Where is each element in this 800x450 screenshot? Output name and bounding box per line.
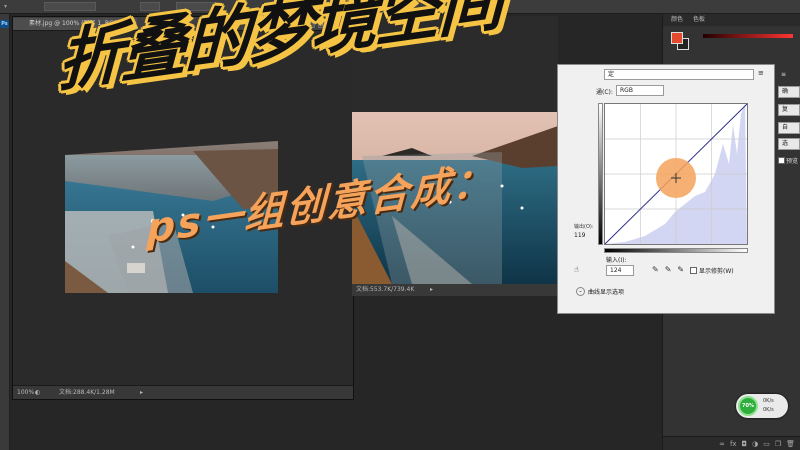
reset-button[interactable]: 复 bbox=[778, 104, 800, 116]
channel-select[interactable]: RGB bbox=[616, 85, 664, 96]
input-field[interactable]: 124 bbox=[606, 265, 634, 276]
cpu-gauge: 70% bbox=[738, 396, 758, 416]
status-menu-arrow-icon-2[interactable]: ▸ bbox=[430, 284, 433, 296]
output-gradient-bar bbox=[598, 103, 603, 245]
tab-swatches[interactable]: 色板 bbox=[693, 14, 705, 26]
curve-display-options[interactable]: ⌄ 曲线显示选项 bbox=[576, 287, 624, 296]
network-speed-widget[interactable]: 70% 0K/s 0K/s bbox=[736, 394, 788, 418]
gray-eyedropper-icon[interactable]: ✎ bbox=[665, 265, 672, 274]
input-gradient-bar bbox=[604, 248, 748, 253]
side-menu-icon[interactable]: ≡ bbox=[778, 70, 790, 82]
show-clipping-checkbox[interactable] bbox=[690, 267, 697, 274]
layers-bottom-bar: ∞ fx ◘ ◑ ▭ ❐ 🗑 bbox=[663, 436, 800, 450]
adjust-tool-icon[interactable]: ☝ bbox=[574, 265, 579, 274]
tool-preset-icon[interactable]: ▾ bbox=[4, 2, 7, 11]
new-layer-icon[interactable]: ❐ bbox=[775, 440, 781, 448]
auto-button[interactable]: 自 bbox=[778, 122, 800, 134]
eyedropper-group: ✎ ✎ ✎ bbox=[652, 265, 684, 274]
download-speed: 0K/s bbox=[763, 407, 774, 413]
preview-label: 预览 bbox=[786, 158, 799, 165]
curves-dialog: 定 ≡ 通(C): RGB 输出(O): 119 输入(I): 124 ☝ ✎ … bbox=[557, 64, 775, 314]
curves-graph-svg bbox=[604, 103, 748, 245]
preset-select[interactable]: 定 bbox=[604, 69, 754, 80]
chevron-down-icon[interactable]: ⌄ bbox=[576, 287, 585, 296]
preview-option: 预览 bbox=[778, 156, 798, 165]
show-clipping-label: 显示修剪(W) bbox=[699, 268, 734, 275]
fx-icon[interactable]: fx bbox=[730, 440, 737, 448]
upload-speed: 0K/s bbox=[763, 398, 774, 404]
output-label: 输出(O): bbox=[574, 224, 594, 230]
red-slider[interactable] bbox=[703, 34, 793, 38]
status-info-icon[interactable]: ◐ bbox=[35, 386, 40, 399]
document-size: 文档:288.4K/1.28M bbox=[59, 389, 115, 396]
status-menu-arrow-icon[interactable]: ▸ bbox=[140, 386, 143, 399]
mask-icon[interactable]: ◘ bbox=[742, 440, 748, 448]
ps-file-icon: Ps bbox=[0, 20, 9, 28]
folder-icon[interactable]: ▭ bbox=[763, 440, 770, 448]
zoom-level[interactable]: 100% bbox=[17, 386, 34, 399]
ok-button[interactable]: 确 bbox=[778, 86, 800, 98]
foreground-color-swatch[interactable] bbox=[671, 32, 683, 44]
link-icon[interactable]: ∞ bbox=[719, 440, 725, 448]
tab-color[interactable]: 颜色 bbox=[671, 14, 683, 26]
options-button[interactable]: 选 bbox=[778, 138, 800, 150]
document-size-2: 文档:553.7K/739.4K bbox=[356, 286, 415, 293]
tools-panel bbox=[0, 14, 10, 450]
white-eyedropper-icon[interactable]: ✎ bbox=[677, 265, 684, 274]
show-clipping: 显示修剪(W) bbox=[690, 266, 734, 275]
trash-icon[interactable]: 🗑 bbox=[786, 440, 795, 448]
black-eyedropper-icon[interactable]: ✎ bbox=[652, 265, 659, 274]
document-status-bar-2: 文档:553.7K/739.4K ▸ bbox=[352, 284, 558, 296]
channel-label: 通(C): bbox=[596, 89, 613, 96]
curves-graph[interactable] bbox=[604, 103, 748, 245]
document-status-bar: 100% ◐ 文档:288.4K/1.28M ▸ bbox=[13, 385, 353, 399]
preset-menu-icon[interactable]: ≡ bbox=[758, 69, 764, 77]
output-value[interactable]: 119 bbox=[574, 232, 585, 239]
adjustment-icon[interactable]: ◑ bbox=[752, 440, 758, 448]
preview-checkbox[interactable] bbox=[778, 157, 785, 164]
input-label: 输入(I): bbox=[606, 257, 627, 264]
curve-display-options-label: 曲线显示选项 bbox=[588, 289, 625, 296]
curves-side-buttons: ≡ 确 复 自 选 预览 bbox=[778, 64, 800, 174]
color-panel-tabs: 颜色 色板 bbox=[663, 14, 800, 26]
